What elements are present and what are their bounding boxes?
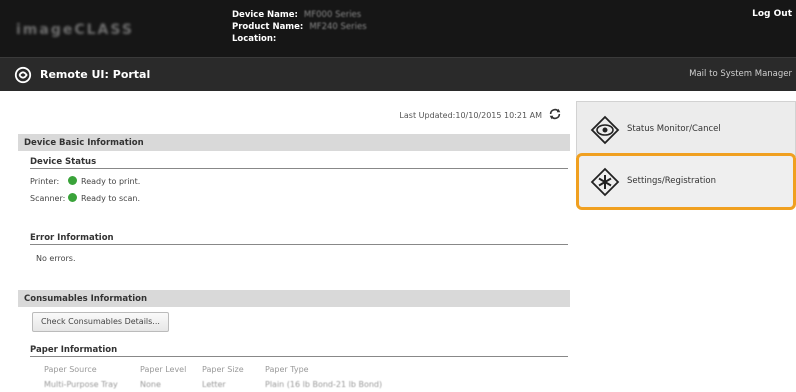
table-cell: Multi-Purpose Tray <box>44 380 118 389</box>
column-header: Paper Source <box>44 365 97 374</box>
table-row: Multi-Purpose Tray None Letter Plain (16… <box>44 377 415 392</box>
table-cell: Plain (16 lb Bond-21 lb Bond) <box>265 380 383 389</box>
column-header: Paper Level <box>140 365 187 374</box>
device-info: Device Name: MF000 Series Product Name: MF… <box>232 9 367 45</box>
paper-table: Paper Source Paper Level Paper Size Pape… <box>44 362 415 392</box>
paper-info-title: Paper Information <box>30 345 118 355</box>
column-header: Paper Type <box>265 365 309 374</box>
portal-bar: Remote UI: Portal Mail to System Manager <box>0 57 796 91</box>
mail-to-system-manager-link[interactable]: Mail to System Manager <box>689 69 792 79</box>
printer-status-row: Printer: Ready to print. <box>30 176 140 186</box>
status-ok-icon <box>68 193 77 202</box>
table-cell: Letter <box>202 380 226 389</box>
eye-icon <box>590 115 620 145</box>
printer-status: Ready to print. <box>81 177 141 186</box>
settings-registration-label: Settings/Registration <box>627 176 716 186</box>
refresh-icon[interactable] <box>548 107 562 121</box>
consumables-info-heading: Consumables Information <box>18 290 570 307</box>
top-header: imageCLASS Device Name: MF000 Series Prod… <box>0 0 796 57</box>
printer-label: Printer: <box>30 177 60 186</box>
portal-logo-icon <box>14 66 32 84</box>
right-panel: Status Monitor/Cancel Settings/Registrat… <box>576 97 796 392</box>
main-panel: Last Updated:10/10/2015 10:21 AM Device … <box>10 97 570 392</box>
product-name-value: MF240 Series <box>309 22 367 32</box>
error-text: No errors. <box>36 254 76 263</box>
device-status-title: Device Status <box>30 157 97 167</box>
divider <box>30 356 568 357</box>
column-header: Paper Size <box>202 365 244 374</box>
table-cell: None <box>140 380 161 389</box>
settings-icon <box>590 167 620 197</box>
portal-title: Remote UI: Portal <box>40 68 151 81</box>
divider <box>30 168 568 169</box>
scanner-label: Scanner: <box>30 194 66 203</box>
scanner-status-row: Scanner: Ready to scan. <box>30 193 140 203</box>
settings-registration-button[interactable]: Settings/Registration <box>576 153 796 210</box>
brand-logo: imageCLASS <box>16 22 134 38</box>
status-monitor-label: Status Monitor/Cancel <box>627 124 721 134</box>
table-header-row: Paper Source Paper Level Paper Size Pape… <box>44 362 415 377</box>
status-monitor-button[interactable]: Status Monitor/Cancel <box>576 101 796 157</box>
last-updated: Last Updated:10/10/2015 10:21 AM <box>399 111 542 120</box>
scanner-status: Ready to scan. <box>81 194 141 203</box>
location-label: Location: <box>232 34 277 44</box>
logout-link[interactable]: Log Out <box>752 9 792 19</box>
check-consumables-button[interactable]: Check Consumables Details... <box>32 312 169 332</box>
device-name-value: MF000 Series <box>303 10 362 20</box>
divider <box>30 244 568 245</box>
device-basic-info-heading: Device Basic Information <box>18 134 570 151</box>
status-ok-icon <box>68 176 77 185</box>
device-name-label: Device Name: <box>232 10 298 20</box>
error-info-title: Error Information <box>30 233 114 243</box>
product-name-label: Product Name: <box>232 22 304 32</box>
